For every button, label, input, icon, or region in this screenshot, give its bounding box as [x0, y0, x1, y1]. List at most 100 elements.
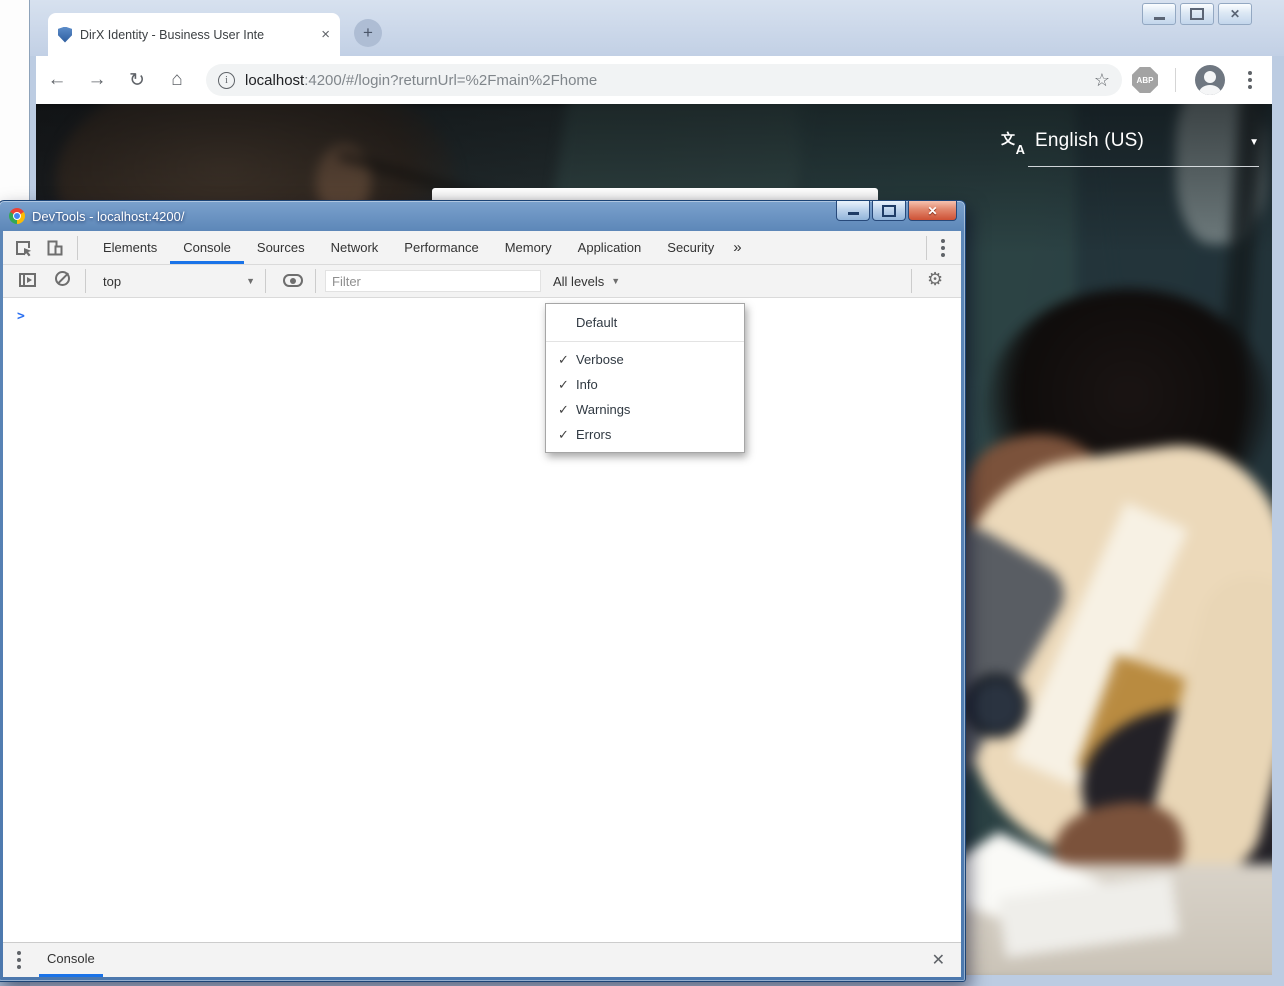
divider: [77, 236, 78, 260]
language-value[interactable]: English (US) ▼: [1028, 130, 1259, 167]
devtools-drawer-bar: Console ✕: [3, 942, 961, 977]
chevron-down-icon: ▼: [611, 276, 620, 286]
browser-window-controls: ✕: [1142, 3, 1252, 25]
devtools-menu-icon[interactable]: [941, 239, 945, 257]
menu-item-label: Errors: [576, 427, 611, 442]
forward-button[interactable]: →: [83, 66, 111, 94]
divider: [265, 269, 266, 293]
tab-sources[interactable]: Sources: [244, 231, 318, 264]
devtools-window-title: DevTools - localhost:4200/: [32, 209, 184, 224]
menu-separator: [546, 341, 744, 342]
language-label: English (US): [1035, 130, 1249, 152]
clear-console-icon[interactable]: [55, 271, 70, 286]
avatar-body: [1199, 85, 1221, 95]
tab-memory[interactable]: Memory: [492, 231, 565, 264]
browser-menu-icon[interactable]: [1248, 71, 1252, 89]
tab-elements[interactable]: Elements: [90, 231, 170, 264]
maximize-button[interactable]: [1180, 3, 1214, 25]
back-button[interactable]: ←: [43, 66, 71, 94]
tab-performance[interactable]: Performance: [391, 231, 491, 264]
close-icon: ✕: [1230, 8, 1240, 20]
divider: [911, 269, 912, 293]
console-output-area[interactable]: >: [3, 299, 961, 942]
check-icon: ✓: [558, 377, 576, 393]
tab-application[interactable]: Application: [565, 231, 655, 264]
log-levels-menu: Default ✓ Verbose ✓ Info ✓ Warnings ✓ Er…: [545, 303, 745, 453]
context-selector[interactable]: top ▼: [97, 265, 255, 297]
devtools-window: DevTools - localhost:4200/ ✕ Elements Co…: [0, 200, 966, 982]
drawer-close-icon[interactable]: ✕: [932, 950, 945, 970]
tab-network[interactable]: Network: [318, 231, 392, 264]
close-icon: ✕: [927, 204, 937, 218]
console-filter-input[interactable]: [325, 270, 541, 292]
chevron-down-icon: ▼: [1249, 137, 1259, 148]
bookmark-star-icon[interactable]: ☆: [1094, 70, 1110, 91]
divider: [926, 236, 927, 260]
check-icon: ✓: [558, 427, 576, 443]
translate-icon: 文 A: [1001, 130, 1028, 156]
language-selector[interactable]: 文 A English (US) ▼: [1001, 130, 1259, 167]
check-icon: ✓: [558, 352, 576, 368]
menu-item-errors[interactable]: ✓ Errors: [546, 422, 744, 447]
browser-tab-strip: ✕ DirX Identity - Business User Inte × +: [30, 0, 1284, 56]
url-text: localhost:4200/#/login?returnUrl=%2Fmain…: [245, 72, 597, 89]
minimize-button[interactable]: [1142, 3, 1176, 25]
devtools-close-button[interactable]: ✕: [908, 201, 957, 221]
log-levels-label: All levels: [553, 274, 604, 289]
menu-item-warnings[interactable]: ✓ Warnings: [546, 397, 744, 422]
desktop: ✕ DirX Identity - Business User Inte × +…: [0, 0, 1284, 986]
more-tabs-icon[interactable]: »: [733, 239, 741, 256]
drawer-tab-console[interactable]: Console: [39, 943, 103, 977]
minimize-icon: [1154, 17, 1165, 20]
devtools-titlebar[interactable]: DevTools - localhost:4200/ ✕: [0, 201, 965, 231]
browser-tab[interactable]: DirX Identity - Business User Inte ×: [48, 13, 340, 56]
maximize-icon: [1190, 8, 1204, 20]
devtools-minimize-button[interactable]: [836, 201, 870, 221]
settings-gear-icon[interactable]: ⚙: [927, 269, 943, 290]
new-tab-button[interactable]: +: [354, 19, 382, 47]
context-label: top: [97, 274, 246, 289]
url-host: localhost: [245, 72, 304, 89]
devtools-maximize-button[interactable]: [872, 201, 906, 221]
devtools-window-controls: ✕: [836, 201, 957, 221]
menu-item-default[interactable]: Default: [546, 309, 744, 336]
divider: [315, 269, 316, 293]
device-toolbar-icon[interactable]: [45, 238, 65, 258]
menu-item-label: Default: [576, 315, 617, 330]
menu-item-info[interactable]: ✓ Info: [546, 372, 744, 397]
browser-toolbar: ← → ↻ ⌂ i localhost:4200/#/login?returnU…: [36, 56, 1272, 104]
minimize-icon: [848, 212, 859, 215]
menu-item-label: Info: [576, 377, 598, 392]
devtools-tab-bar: Elements Console Sources Network Perform…: [3, 231, 961, 265]
reload-button[interactable]: ↻: [123, 66, 151, 94]
menu-item-verbose[interactable]: ✓ Verbose: [546, 347, 744, 372]
url-path: :4200/#/login?returnUrl=%2Fmain%2Fhome: [304, 72, 597, 89]
menu-item-label: Warnings: [576, 402, 630, 417]
background-window-edge: [0, 0, 31, 206]
console-prompt-icon[interactable]: >: [3, 299, 961, 324]
maximize-icon: [882, 205, 896, 217]
home-button[interactable]: ⌂: [163, 66, 191, 94]
live-expression-eye-icon[interactable]: [283, 274, 303, 287]
profile-avatar[interactable]: [1195, 65, 1225, 95]
log-levels-selector[interactable]: All levels ▼: [553, 265, 620, 297]
shield-favicon-icon: [58, 27, 72, 43]
tab-security[interactable]: Security: [654, 231, 727, 264]
toolbar-divider: [1175, 68, 1176, 92]
tab-console[interactable]: Console: [170, 231, 244, 264]
check-icon: ✓: [558, 402, 576, 418]
drawer-menu-icon[interactable]: [17, 951, 21, 969]
inspect-element-icon[interactable]: [13, 238, 33, 258]
tab-close-icon[interactable]: ×: [321, 27, 330, 42]
close-button[interactable]: ✕: [1218, 3, 1252, 25]
console-toolbar: top ▼ All levels ▼ ⚙: [3, 265, 961, 298]
avatar-head: [1204, 71, 1216, 83]
chevron-down-icon: ▼: [246, 276, 255, 286]
page-info-icon[interactable]: i: [218, 72, 235, 89]
console-sidebar-icon[interactable]: [19, 273, 36, 287]
tab-title: DirX Identity - Business User Inte: [80, 28, 313, 42]
adblock-extension-icon[interactable]: ABP: [1132, 67, 1158, 93]
divider: [85, 269, 86, 293]
address-bar[interactable]: i localhost:4200/#/login?returnUrl=%2Fma…: [206, 64, 1122, 96]
chrome-logo-icon: [9, 208, 25, 224]
